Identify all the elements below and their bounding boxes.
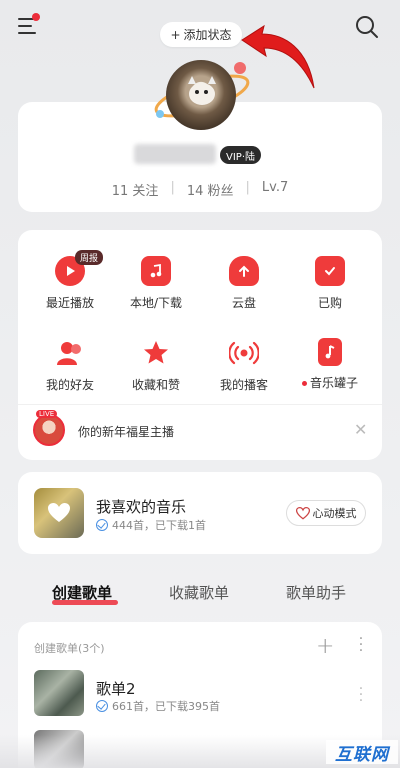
playlist-subtitle: 661首，已下载395首: [96, 698, 220, 714]
music-folder-icon: [141, 256, 171, 286]
heartbeat-mode-button[interactable]: 心动模式: [286, 500, 366, 526]
menu-button[interactable]: [16, 13, 42, 38]
feature-friends[interactable]: 我的好友: [30, 338, 110, 393]
feature-label: 我的播客: [219, 378, 268, 392]
stat-divider: |: [245, 180, 250, 195]
divider: [18, 404, 382, 405]
profile-stats: 11 关注 | 14 粉丝 | Lv.7: [18, 180, 382, 199]
playlist-more-icon[interactable]: · · ·: [358, 682, 364, 708]
feature-label: 音乐罐子: [290, 374, 370, 391]
follow-count[interactable]: 11 关注: [112, 180, 159, 199]
downloaded-check-icon: [96, 519, 108, 531]
feature-label-text: 音乐罐子: [309, 376, 358, 390]
heart-outline-icon: [295, 506, 310, 520]
add-status-label: 添加状态: [183, 28, 232, 42]
feature-label: 已购: [317, 296, 342, 310]
playlist-cover[interactable]: [34, 670, 84, 716]
liked-music-cover[interactable]: [34, 488, 84, 538]
star-icon: [141, 338, 171, 368]
music-jar-icon: [318, 338, 342, 366]
tab-playlist-assistant[interactable]: 歌单助手: [286, 582, 346, 603]
feature-label: 我的好友: [45, 378, 94, 392]
feature-label: 云盘: [231, 296, 256, 310]
vip-label: VIP·陆: [226, 151, 255, 163]
feature-music-jar[interactable]: 音乐罐子: [290, 338, 370, 391]
more-options-icon[interactable]: · · ·: [358, 632, 364, 658]
add-playlist-icon[interactable]: +: [316, 634, 334, 659]
feature-favorites[interactable]: 收藏和赞: [116, 338, 196, 393]
live-badge: LIVE: [36, 410, 58, 418]
close-icon[interactable]: ✕: [354, 420, 367, 439]
avatar-area[interactable]: [152, 54, 252, 134]
feature-label: 本地/下载: [129, 296, 183, 310]
liked-music-subtitle: 444首，已下载1首: [96, 517, 206, 533]
liked-music-title: 我喜欢的音乐: [96, 498, 187, 516]
heart-icon: [48, 503, 70, 522]
stat-divider: |: [170, 180, 175, 195]
vip-badge[interactable]: VIP·陆: [220, 146, 261, 164]
add-status-button[interactable]: + 添加状态: [160, 22, 242, 47]
live-host-avatar[interactable]: [33, 414, 65, 446]
friends-icon: [55, 338, 85, 368]
podcast-icon: [229, 338, 259, 368]
avatar[interactable]: [166, 60, 236, 130]
plus-icon: +: [170, 27, 181, 42]
search-button[interactable]: [354, 14, 380, 40]
cloud-upload-icon: [229, 256, 259, 286]
shopping-bag-icon: [315, 256, 345, 286]
playlist-count: 661首，已下载395首: [112, 700, 220, 713]
new-dot: [301, 381, 307, 386]
heartbeat-mode-label: 心动模式: [312, 507, 357, 520]
playlist-section-header: 创建歌单(3个): [34, 642, 105, 655]
tab-collected-playlists[interactable]: 收藏歌单: [169, 582, 229, 603]
downloaded-check-icon: [96, 700, 108, 712]
promo-text[interactable]: 你的新年福星主播: [78, 423, 174, 440]
notification-dot: [32, 13, 40, 21]
weekly-report-badge: 周报: [75, 250, 104, 265]
liked-music-count: 444首，已下载1首: [112, 519, 206, 532]
feature-local-download[interactable]: 本地/下载: [116, 256, 196, 311]
fans-count[interactable]: 14 粉丝: [187, 180, 234, 199]
playlist-title[interactable]: 歌单2: [96, 678, 136, 699]
watermark-logo: 互联网: [326, 740, 398, 765]
feature-label: 收藏和赞: [131, 378, 180, 392]
cat-photo-icon: [188, 76, 216, 105]
level-label[interactable]: Lv.7: [262, 180, 288, 199]
feature-label: 最近播放: [45, 296, 94, 310]
feature-purchased[interactable]: 已购: [290, 256, 370, 311]
username-blurred: [134, 144, 216, 164]
search-icon: [356, 16, 378, 38]
tab-created-playlists[interactable]: 创建歌单: [52, 582, 112, 603]
feature-podcast[interactable]: 我的播客: [204, 338, 284, 393]
feature-cloud-disk[interactable]: 云盘: [204, 256, 284, 311]
feature-recent-play[interactable]: 周报 最近播放: [30, 250, 110, 311]
